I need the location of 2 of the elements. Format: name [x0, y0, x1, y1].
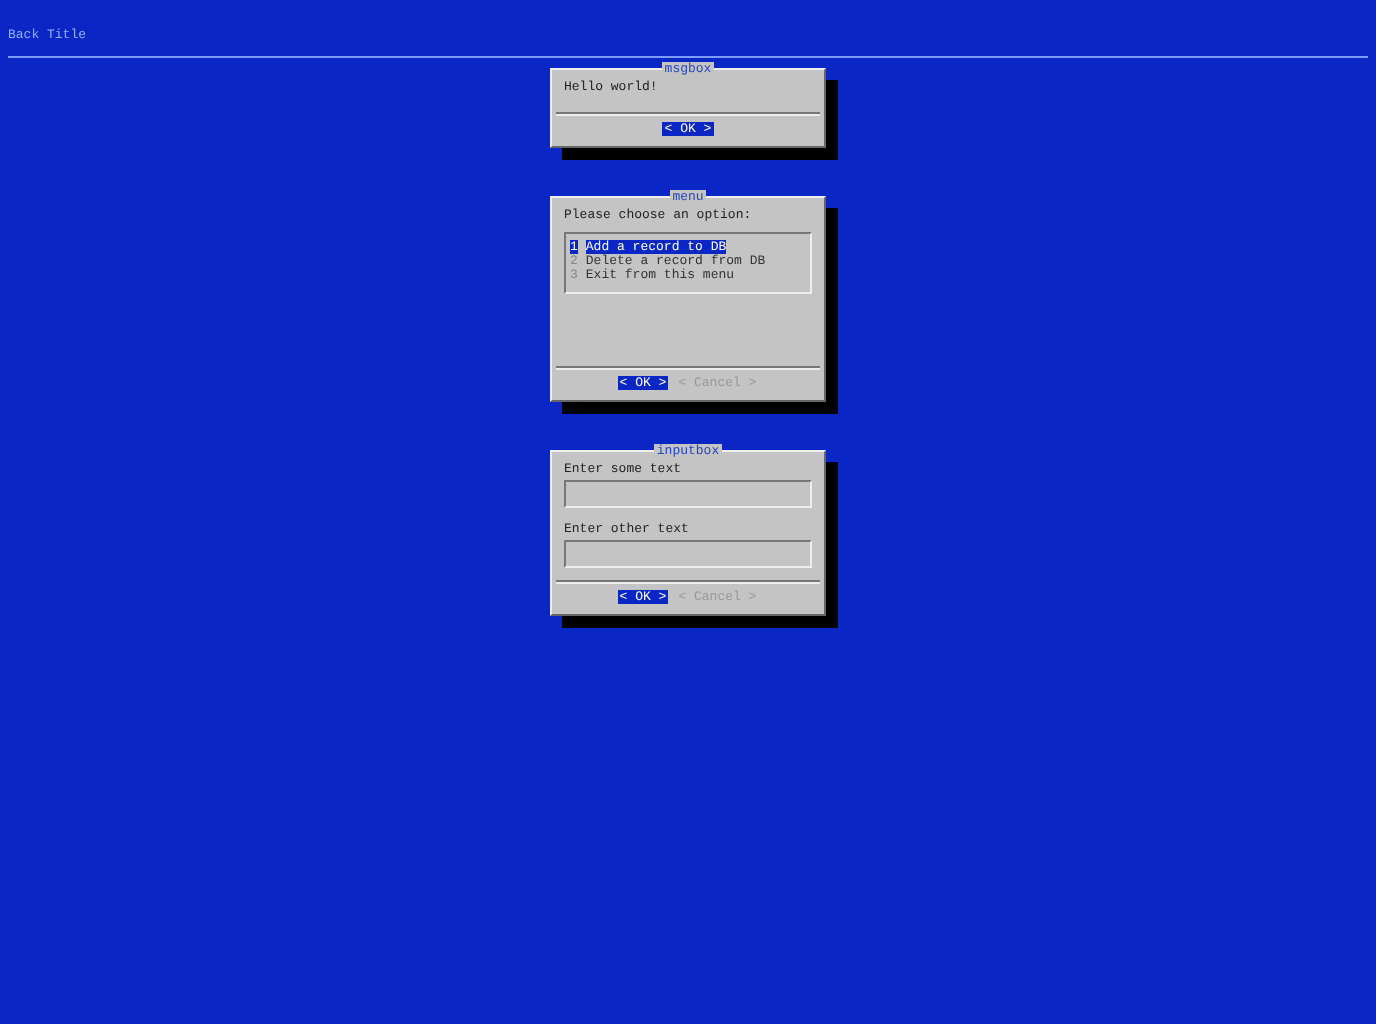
input-field[interactable] — [564, 480, 812, 508]
input-field[interactable] — [564, 540, 812, 568]
